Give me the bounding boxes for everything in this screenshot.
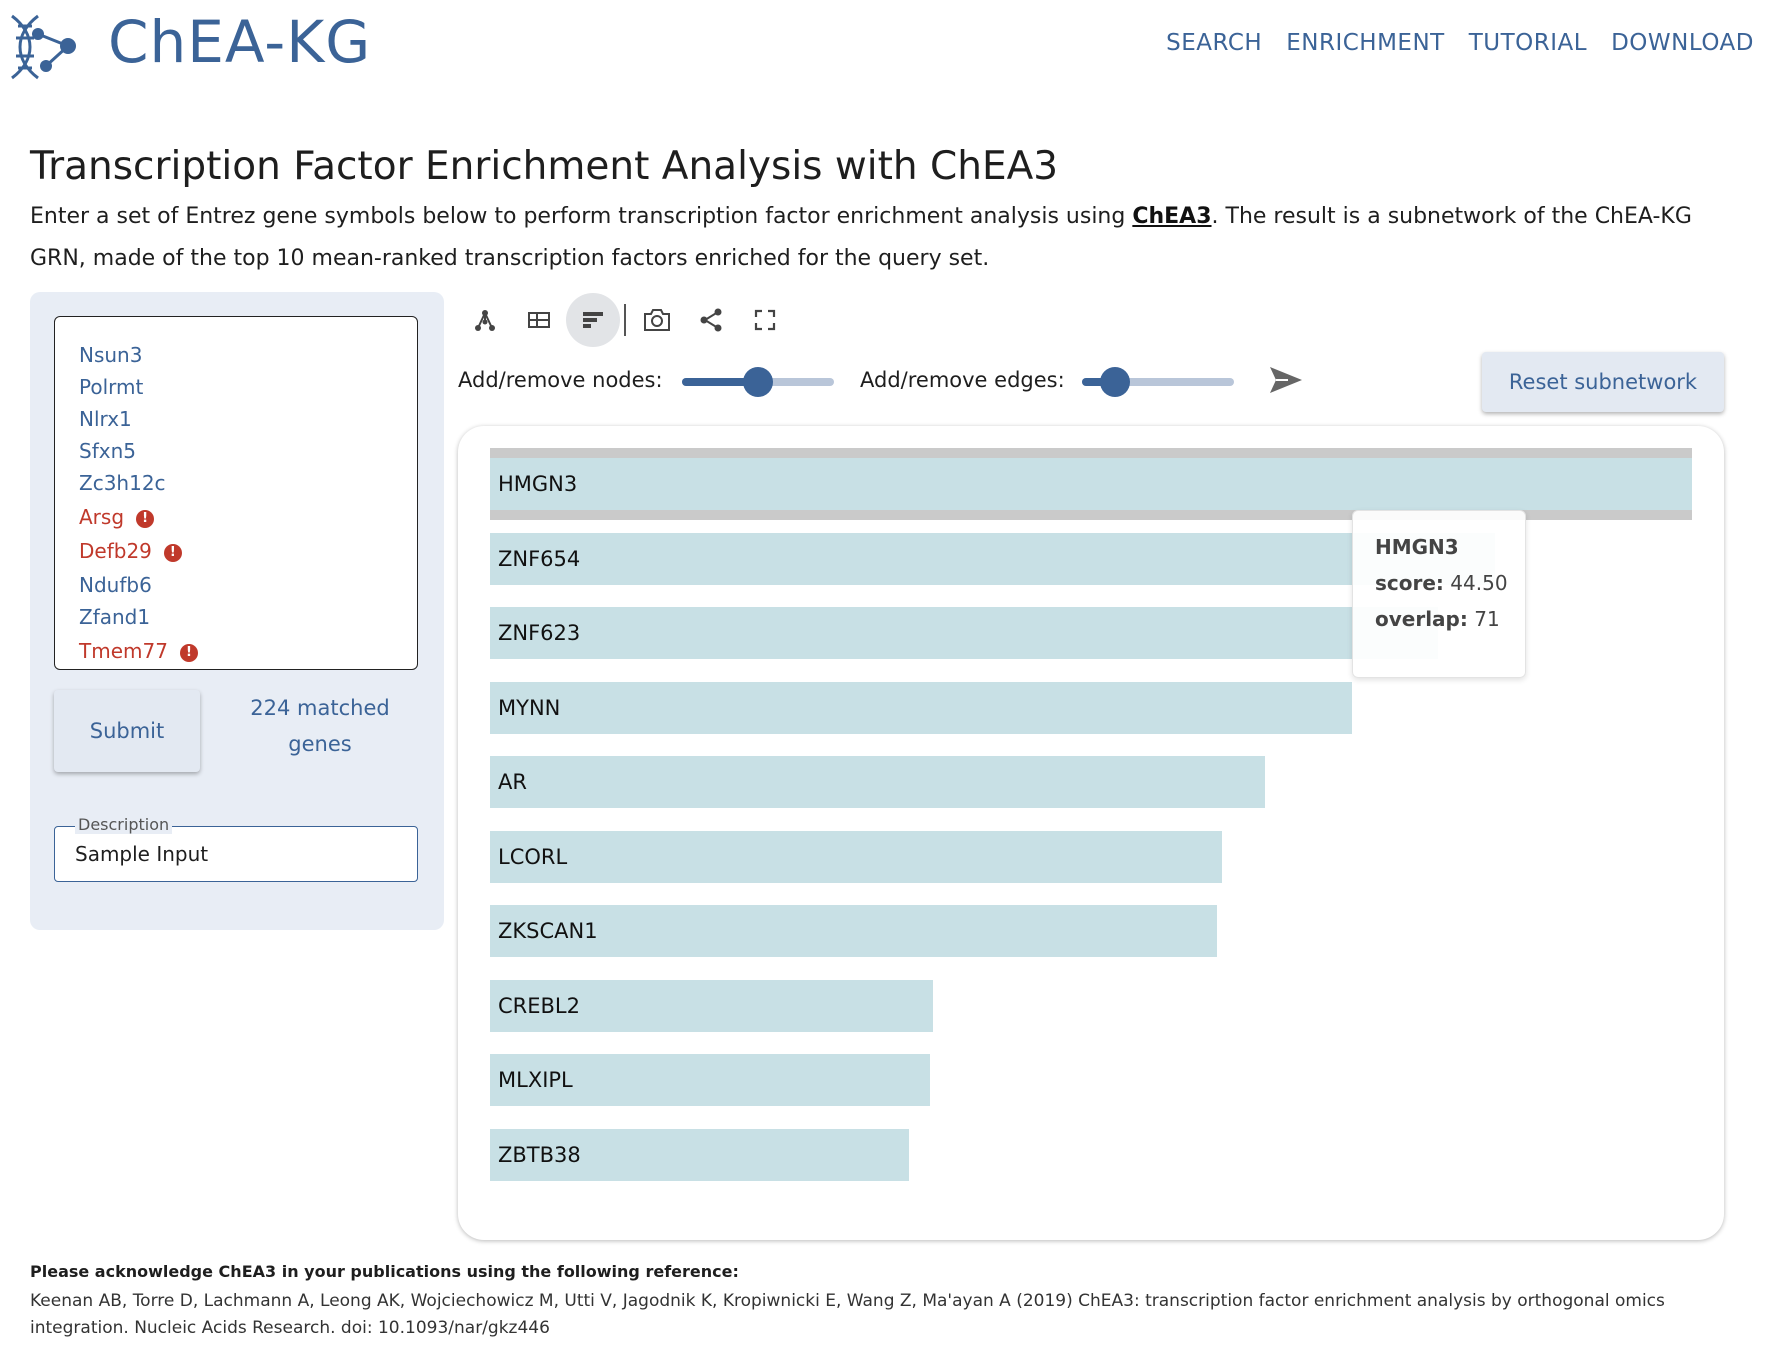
tf-bar-lcorl[interactable]: LCORL [490, 830, 1222, 883]
fullscreen-icon[interactable] [738, 293, 792, 347]
camera-icon[interactable] [630, 293, 684, 347]
share-icon[interactable] [684, 293, 738, 347]
tf-bar-ar[interactable]: AR [490, 756, 1265, 808]
nodes-slider-label: Add/remove nodes: [458, 368, 663, 392]
send-icon[interactable] [1268, 364, 1304, 396]
gene-item: Zfand1 [79, 605, 150, 629]
tooltip-score-label: score: [1375, 571, 1444, 595]
page-title: Transcription Factor Enrichment Analysis… [30, 144, 1059, 189]
table-view-icon[interactable] [512, 293, 566, 347]
nav-download[interactable]: DOWNLOAD [1611, 30, 1754, 56]
intro-text-start: Enter a set of Entrez gene symbols below… [30, 204, 1133, 229]
tf-bar-label: HMGN3 [498, 472, 578, 496]
tf-bar-label: AR [498, 770, 527, 794]
gene-symbol: Zc3h12c [79, 471, 166, 495]
gene-symbol: Defb29 [79, 539, 152, 563]
tooltip-overlap-value: 71 [1474, 607, 1500, 631]
gene-item: Defb29! [79, 539, 182, 563]
gene-list-input[interactable]: Nsun3 Polrmt Nlrx1 Sfxn5 Zc3h12c Arsg! Defb29!… [54, 316, 418, 670]
enrichment-bar-chart: HMGN3 ZNF654 ZNF623 MYNN AR LCORL ZKSCAN1 CREBL… [458, 426, 1724, 1240]
gene-item: Arsg! [79, 505, 155, 529]
gene-symbol: Nsun3 [79, 343, 143, 367]
description-field[interactable]: Description [54, 815, 418, 882]
tooltip-overlap-label: overlap: [1375, 607, 1468, 631]
bar-chart-view-icon[interactable] [566, 293, 620, 347]
nav-enrichment[interactable]: ENRICHMENT [1286, 30, 1445, 56]
tf-bar-znf654[interactable]: ZNF654 [490, 532, 1495, 585]
gene-item: Zc3h12c [79, 471, 166, 495]
gene-item: Sfxn5 [79, 439, 136, 463]
warning-icon: ! [163, 544, 182, 562]
gene-symbol: Sfxn5 [79, 439, 136, 463]
edges-slider-thumb[interactable] [1100, 367, 1131, 397]
tf-bar-hmgn3[interactable]: HMGN3 [490, 458, 1692, 510]
tf-bar-label: MLXIPL [498, 1068, 573, 1092]
nodes-slider-thumb[interactable] [743, 367, 773, 397]
gene-symbol: Arsg [79, 505, 125, 529]
nodes-slider[interactable] [682, 367, 834, 397]
reset-subnetwork-button[interactable]: Reset subnetwork [1482, 352, 1724, 412]
tooltip-overlap: overlap: 71 [1375, 607, 1500, 631]
nav-tutorial[interactable]: TUTORIAL [1469, 30, 1587, 56]
input-panel: Nsun3 Polrmt Nlrx1 Sfxn5 Zc3h12c Arsg! Defb29!… [30, 292, 444, 930]
bar-tooltip: HMGN3 score: 44.50 overlap: 71 [1352, 510, 1526, 678]
submit-button[interactable]: Submit [54, 690, 200, 772]
acknowledgement-title: Please acknowledge ChEA3 in your publica… [30, 1262, 739, 1281]
gene-item: Ndufb6 [79, 573, 152, 597]
gene-symbol: Zfand1 [79, 605, 151, 629]
page-intro: Enter a set of Entrez gene symbols below… [30, 196, 1730, 280]
gene-symbol: Tmem77 [79, 639, 168, 663]
tf-bar-crebl2[interactable]: CREBL2 [490, 979, 933, 1032]
gene-item: Nsun3 [79, 343, 142, 367]
tf-bar-zbtb38[interactable]: ZBTB38 [490, 1128, 909, 1181]
gene-item: Nlrx1 [79, 407, 132, 431]
view-toolbar [458, 292, 792, 348]
tooltip-score: score: 44.50 [1375, 571, 1508, 595]
gene-symbol: Nlrx1 [79, 407, 132, 431]
tf-bar-mlxipl[interactable]: MLXIPL [490, 1054, 930, 1106]
tooltip-score-value: 44.50 [1450, 571, 1508, 595]
tf-bar-zkscan1[interactable]: ZKSCAN1 [490, 905, 1217, 957]
toolbar-divider [624, 304, 626, 336]
warning-icon: ! [179, 644, 198, 662]
edges-slider-label: Add/remove edges: [860, 368, 1065, 392]
tooltip-tf-name: HMGN3 [1375, 535, 1459, 559]
warning-icon: ! [136, 510, 155, 528]
tf-bar-label: ZBTB38 [498, 1142, 581, 1167]
chea3-link[interactable]: ChEA3 [1132, 204, 1211, 229]
gene-item: Polrmt [79, 375, 143, 399]
acknowledgement-reference: Keenan AB, Torre D, Lachmann A, Leong AK… [30, 1291, 1665, 1338]
tf-bar-label: CREBL2 [498, 993, 580, 1018]
tf-bar-label: MYNN [498, 695, 561, 720]
brand-title[interactable]: ChEA-KG [108, 8, 371, 76]
matched-genes-count: 224 matched genes [250, 696, 390, 756]
tf-bar-znf623[interactable]: ZNF623 [490, 607, 1438, 659]
network-view-icon[interactable] [458, 293, 512, 347]
tf-bar-label: ZNF654 [498, 546, 581, 571]
tf-bar-mynn[interactable]: MYNN [490, 681, 1352, 734]
top-nav: SEARCH ENRICHMENT TUTORIAL DOWNLOAD [1166, 30, 1754, 56]
description-label: Description [75, 815, 173, 834]
nav-search[interactable]: SEARCH [1166, 30, 1262, 56]
gene-symbol: Polrmt [79, 375, 144, 399]
tf-bar-label: LCORL [498, 844, 568, 869]
gene-item: Tmem77! [79, 639, 198, 663]
edges-slider[interactable] [1082, 367, 1234, 397]
description-input[interactable] [73, 841, 397, 867]
tf-bar-label: ZKSCAN1 [498, 919, 598, 943]
tf-bar-label: ZNF623 [498, 621, 581, 645]
gene-symbol: Ndufb6 [79, 573, 152, 597]
chea-kg-logo[interactable] [8, 12, 84, 82]
